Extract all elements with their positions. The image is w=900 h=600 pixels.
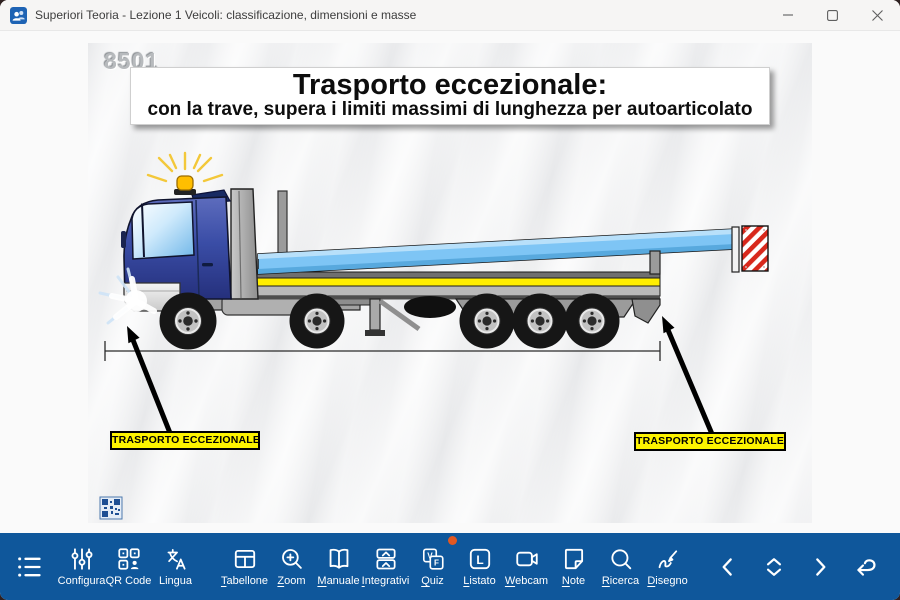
toolbar-label: QR Code [106,575,152,587]
toolbar-configura-button[interactable]: Configura [58,533,105,600]
toolbar-label: Ricerca [602,575,639,587]
chevron-left-icon [715,554,741,580]
svg-text:F: F [433,559,438,568]
toolbar-ricerca-button[interactable]: Ricerca [597,533,644,600]
toolbar-gap [199,533,221,600]
toolbar-label: Configura [58,575,106,587]
landing-gear [370,299,380,330]
translate-icon [163,546,189,572]
qr-thumbnail-icon [100,497,122,519]
qr-code-icon [116,546,142,572]
toolbar-label: Tabellone [221,575,268,587]
chevron-right-icon [807,554,833,580]
sliders-icon [69,546,95,572]
next-slide-button[interactable] [797,533,843,600]
app-icon [10,7,27,24]
draw-pen-icon [655,546,681,572]
toolbar-label: Lingua [159,575,192,587]
toolbar-disegno-button[interactable]: Disegno [644,533,691,600]
toolbar-label: Manuale [317,575,359,587]
slide-heading-box: Trasporto eccezionale: con la trave, sup… [130,67,770,125]
trailer-rear-skirt [632,299,660,323]
media-slides-icon [373,546,399,572]
main-menu-button[interactable] [6,533,52,600]
search-icon [608,546,634,572]
truck-cab [121,153,231,311]
toolbar-webcam-button[interactable]: Webcam [503,533,550,600]
minimize-icon [783,10,793,20]
side-mirror [121,231,126,248]
slide-title: Trasporto eccezionale: [131,70,769,100]
toolbar-listato-button[interactable]: L Listato [456,533,503,600]
note-page-icon [561,546,587,572]
slide-subtitle: con la trave, supera i limiti massimi di… [131,100,769,120]
zoom-in-icon [279,546,305,572]
toolbar-qr-code-button[interactable]: QR Code [105,533,152,600]
beacon-light [148,153,222,195]
slide-canvas: 8501 [88,43,812,523]
chevrons-up-down-icon [761,554,787,580]
list-l-icon: L [467,546,493,572]
toolbar-label: Webcam [505,575,548,587]
quiz-notification-badge [448,536,457,545]
rear-beam-support [650,251,660,274]
label-trasporto-eccezionale-rear: TRASPORTO ECCEZIONALE [634,432,786,451]
menu-list-icon [15,553,43,581]
toolbar-gap [691,533,705,600]
toolbar-integrativi-button[interactable]: Integrativi [362,533,409,600]
side-yellow-stripe [246,278,660,286]
slide-area: 8501 [0,31,900,533]
true-false-cards-icon: V F [420,546,446,572]
prev-slide-button[interactable] [705,533,751,600]
toolbar-lingua-button[interactable]: Lingua [152,533,199,600]
spare-wheel [404,296,456,318]
callout-arrows [127,316,712,434]
toolbar-label: Note [562,575,585,587]
toolbar-label: Zoom [277,575,305,587]
maximize-button[interactable] [810,0,855,30]
return-arrow-icon [853,554,879,580]
return-button[interactable] [843,533,889,600]
beam-load [258,226,768,274]
toolbar-label: Listato [463,575,495,587]
titlebar: Superiori Teoria - Lezione 1 Veicoli: cl… [0,0,900,31]
open-book-icon [326,546,352,572]
window-title: Superiori Teoria - Lezione 1 Veicoli: cl… [35,8,416,22]
toolbar-label: Quiz [421,575,444,587]
scroll-up-down-button[interactable] [751,533,797,600]
toolbar-label: Integrativi [362,575,410,587]
close-button[interactable] [855,0,900,30]
video-camera-icon [514,546,540,572]
toolbar-note-button[interactable]: Note [550,533,597,600]
label-trasporto-eccezionale-front: TRASPORTO ECCEZIONALE [110,431,260,450]
close-icon [872,10,883,21]
bottom-toolbar: Configura QR Code Lingua [0,533,900,600]
table-grid-icon [232,546,258,572]
app-window: Superiori Teoria - Lezione 1 Veicoli: cl… [0,0,900,600]
minimize-button[interactable] [765,0,810,30]
window-controls [765,0,900,30]
maximize-icon [827,10,838,21]
toolbar-label: Disegno [647,575,687,587]
toolbar-manuale-button[interactable]: Manuale [315,533,362,600]
svg-text:L: L [476,553,483,567]
headboard [231,189,258,299]
rear-warning-panel [742,226,768,271]
toolbar-zoom-button[interactable]: Zoom [268,533,315,600]
toolbar-tabellone-button[interactable]: Tabellone [221,533,268,600]
